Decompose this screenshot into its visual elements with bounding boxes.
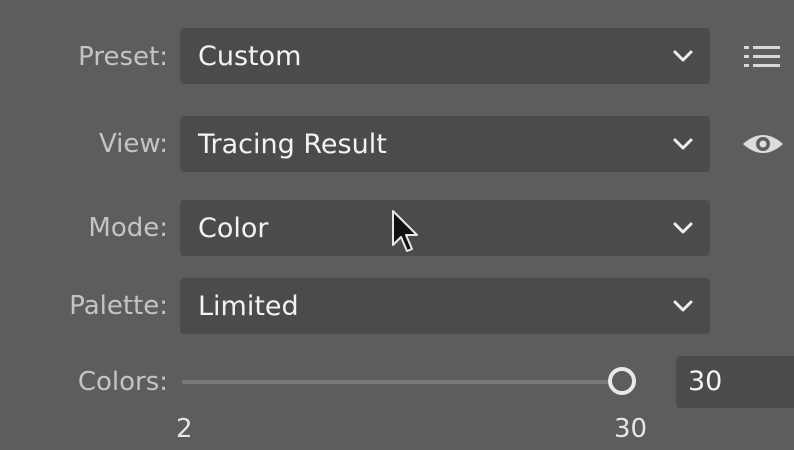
colors-max-label: 30 [614,414,648,444]
preset-dropdown[interactable]: Custom [180,28,710,84]
view-label: View: [98,129,168,159]
chevron-down-icon [673,50,693,62]
mouse-cursor-icon [392,210,418,252]
eye-icon[interactable] [740,128,786,160]
mode-label: Mode: [88,213,168,243]
palette-label: Palette: [69,291,168,321]
image-trace-panel: Preset: Custom View: Tracing Result Mode… [0,0,794,450]
mode-value: Color [198,212,269,244]
chevron-down-icon [673,138,693,150]
colors-min-label: 2 [176,414,193,444]
preset-label: Preset: [78,42,168,72]
chevron-down-icon [673,300,693,312]
palette-value: Limited [198,290,299,322]
mode-dropdown[interactable]: Color [180,200,710,256]
palette-dropdown[interactable]: Limited [180,278,710,334]
view-value: Tracing Result [198,128,387,160]
view-dropdown[interactable]: Tracing Result [180,116,710,172]
chevron-down-icon [673,222,693,234]
colors-slider-thumb[interactable] [608,367,636,395]
slider-line [182,380,622,384]
preset-value: Custom [198,40,302,72]
colors-slider-track[interactable] [182,378,622,386]
list-menu-icon[interactable] [740,42,784,72]
colors-value-field[interactable]: 30 [676,356,794,408]
colors-label: Colors: [77,367,168,397]
